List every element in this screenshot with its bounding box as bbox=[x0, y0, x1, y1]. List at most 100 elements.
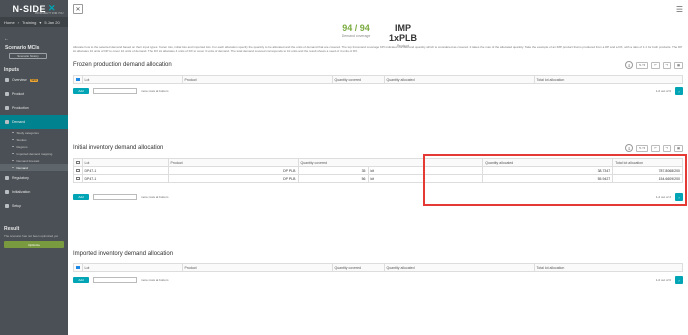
add-button[interactable]: Add bbox=[73, 88, 89, 94]
sidebar-subitem-study-categories[interactable]: Study categories bbox=[0, 129, 68, 136]
initialization-icon bbox=[5, 190, 9, 194]
description-text: Allocate how to the selected demand base… bbox=[73, 45, 683, 53]
rows-select[interactable] bbox=[93, 277, 137, 283]
sidebar-subitem-label: Study categories bbox=[16, 130, 39, 135]
undo-icon[interactable]: ↶ bbox=[651, 144, 660, 152]
add-button[interactable]: Add bbox=[73, 194, 89, 200]
kpi-value: IMP 1xPLB bbox=[388, 23, 417, 43]
close-button[interactable]: ✕ bbox=[73, 4, 83, 14]
column-header[interactable]: Product bbox=[181, 75, 333, 84]
column-header[interactable]: Lot bbox=[81, 75, 183, 84]
sidebar-item-label: Overview bbox=[12, 78, 27, 82]
rows-select[interactable] bbox=[93, 88, 137, 94]
select-all-checkbox[interactable] bbox=[73, 158, 83, 167]
checkbox-icon[interactable] bbox=[76, 176, 80, 181]
checkbox-icon[interactable] bbox=[76, 168, 80, 173]
next-page-button[interactable]: › bbox=[675, 87, 683, 95]
sidebar-subitem-imported-demand-mapping[interactable]: Imported demand mapping bbox=[0, 150, 68, 157]
sidebar-item-overview[interactable]: Overview NEW bbox=[0, 73, 68, 87]
sidebar-subitem-label: Regions bbox=[16, 144, 28, 149]
frozen-table: Lot Product Quantity covered Quantity al… bbox=[73, 75, 683, 84]
demand-icon bbox=[5, 120, 9, 124]
sidebar-item-label: Product bbox=[12, 92, 25, 96]
cell-qty-covered[interactable]: 56 bbox=[297, 174, 369, 183]
result-title: Result bbox=[4, 226, 20, 232]
sidebar-item-setup[interactable]: Setup bbox=[0, 199, 68, 213]
row-checkbox[interactable] bbox=[73, 166, 83, 175]
sidebar-item-label: Initialization bbox=[12, 190, 31, 194]
breadcrumb-training[interactable]: Training bbox=[22, 20, 36, 25]
column-header[interactable]: Quantity covered bbox=[331, 75, 385, 84]
breadcrumb-home[interactable]: Home bbox=[4, 20, 15, 25]
table-header: Lot Product Quantity covered Quantity al… bbox=[73, 263, 683, 272]
sidebar-subitem-demand[interactable]: Demand bbox=[0, 164, 68, 171]
production-icon bbox=[5, 106, 9, 110]
demand-coverage-kpi: 94 / 94 Demand coverage bbox=[336, 23, 376, 38]
sidebar-subitem-label: Imported demand mapping bbox=[16, 151, 53, 156]
column-header[interactable]: Lot bbox=[81, 158, 169, 167]
back-row[interactable]: ← bbox=[0, 33, 68, 45]
column-header[interactable]: Quantity allocated bbox=[383, 263, 535, 272]
undo-icon[interactable]: ↶ bbox=[651, 61, 660, 69]
next-page-button[interactable]: › bbox=[675, 276, 683, 284]
sidebar-subitem-regions[interactable]: Regions bbox=[0, 143, 68, 150]
export-icon[interactable]: ⇩ bbox=[625, 144, 634, 152]
back-arrow-icon[interactable]: ← bbox=[4, 36, 9, 42]
grid-icon[interactable]: ▦ bbox=[674, 61, 683, 69]
table-footer: Add more rows at bottom 1-0 out of 0 › bbox=[73, 275, 683, 285]
checkbox-icon[interactable] bbox=[76, 265, 80, 270]
select-all-checkbox[interactable] bbox=[73, 75, 83, 84]
cell-product[interactable]: DP PLB bbox=[167, 166, 299, 175]
add-button[interactable]: Add bbox=[73, 277, 89, 283]
sidebar-item-demand[interactable]: Demand bbox=[0, 115, 68, 129]
row-checkbox[interactable] bbox=[73, 174, 83, 183]
redo-icon[interactable]: ↷ bbox=[662, 61, 672, 69]
table-tools: ⇩ 5 / 5 ↶ ↷ ▦ bbox=[625, 61, 683, 69]
bullet-icon bbox=[12, 131, 14, 134]
sidebar-item-label: Setup bbox=[12, 204, 22, 208]
result-description: The scenario has not been optimized yet bbox=[4, 234, 59, 238]
select-all-checkbox[interactable] bbox=[73, 263, 83, 272]
menu-icon[interactable]: ☰ bbox=[676, 5, 683, 14]
redo-icon[interactable]: ↷ bbox=[662, 144, 672, 152]
sidebar-item-product[interactable]: Product bbox=[0, 87, 68, 101]
column-header[interactable]: Quantity covered bbox=[331, 263, 385, 272]
rows-select[interactable] bbox=[93, 194, 137, 200]
column-header[interactable]: Quantity allocated bbox=[383, 75, 535, 84]
sidebar-subitem-label: Demand forecast bbox=[16, 158, 40, 163]
column-header[interactable]: Total lot allocation bbox=[533, 263, 683, 272]
checkbox-icon[interactable] bbox=[76, 77, 80, 82]
column-header[interactable]: Lot bbox=[81, 263, 183, 272]
column-count[interactable]: 5 / 5 bbox=[636, 144, 649, 152]
cell-lot[interactable]: DP47-1 bbox=[81, 174, 169, 183]
sidebar-subitem-label: Demand bbox=[16, 165, 28, 170]
optimize-button[interactable]: Optimize bbox=[4, 241, 64, 248]
cell-lot[interactable]: DP47-1 bbox=[81, 166, 169, 175]
highlight-box bbox=[423, 154, 687, 206]
cell-product[interactable]: DP PLB bbox=[167, 174, 299, 183]
grid-icon[interactable]: ▦ bbox=[674, 144, 683, 152]
sidebar-item-regulatory[interactable]: Regulatory bbox=[0, 171, 68, 185]
sidebar-subitem-demand-forecast[interactable]: Demand forecast bbox=[0, 157, 68, 164]
breadcrumb-date[interactable]: 5 Jan 20 bbox=[44, 20, 59, 25]
imported-inventory-table: Lot Product Quantity covered Quantity al… bbox=[73, 263, 683, 272]
result-panel: Result The scenario has not been optimiz… bbox=[0, 226, 68, 248]
column-count[interactable]: 5 / 5 bbox=[636, 61, 649, 69]
cell-qty-covered[interactable]: 35 bbox=[297, 166, 369, 175]
chevron-down-icon[interactable]: ▾ bbox=[39, 20, 41, 25]
close-icon: ✕ bbox=[75, 6, 81, 13]
sidebar-subitem-studies[interactable]: Studies bbox=[0, 136, 68, 143]
table-tools: ⇩ 5 / 5 ↶ ↷ ▦ bbox=[625, 144, 683, 152]
sidebar-item-production[interactable]: Production bbox=[0, 101, 68, 115]
section-title: Initial inventory demand allocation bbox=[73, 145, 164, 151]
column-header[interactable]: Product bbox=[167, 158, 299, 167]
export-icon[interactable]: ⇩ bbox=[625, 61, 634, 69]
table-header: Lot Product Quantity covered Quantity al… bbox=[73, 75, 683, 84]
table-footer: Add more rows at bottom 1-0 out of 0 › bbox=[73, 86, 683, 96]
column-header[interactable]: Total lot allocation bbox=[533, 75, 683, 84]
sidebar-item-initialization[interactable]: Initialization bbox=[0, 185, 68, 199]
checkbox-icon[interactable] bbox=[76, 160, 80, 165]
column-header[interactable]: Product bbox=[181, 263, 333, 272]
scenario-history-button[interactable]: Scenario history bbox=[9, 53, 47, 59]
regulatory-icon bbox=[5, 176, 9, 180]
